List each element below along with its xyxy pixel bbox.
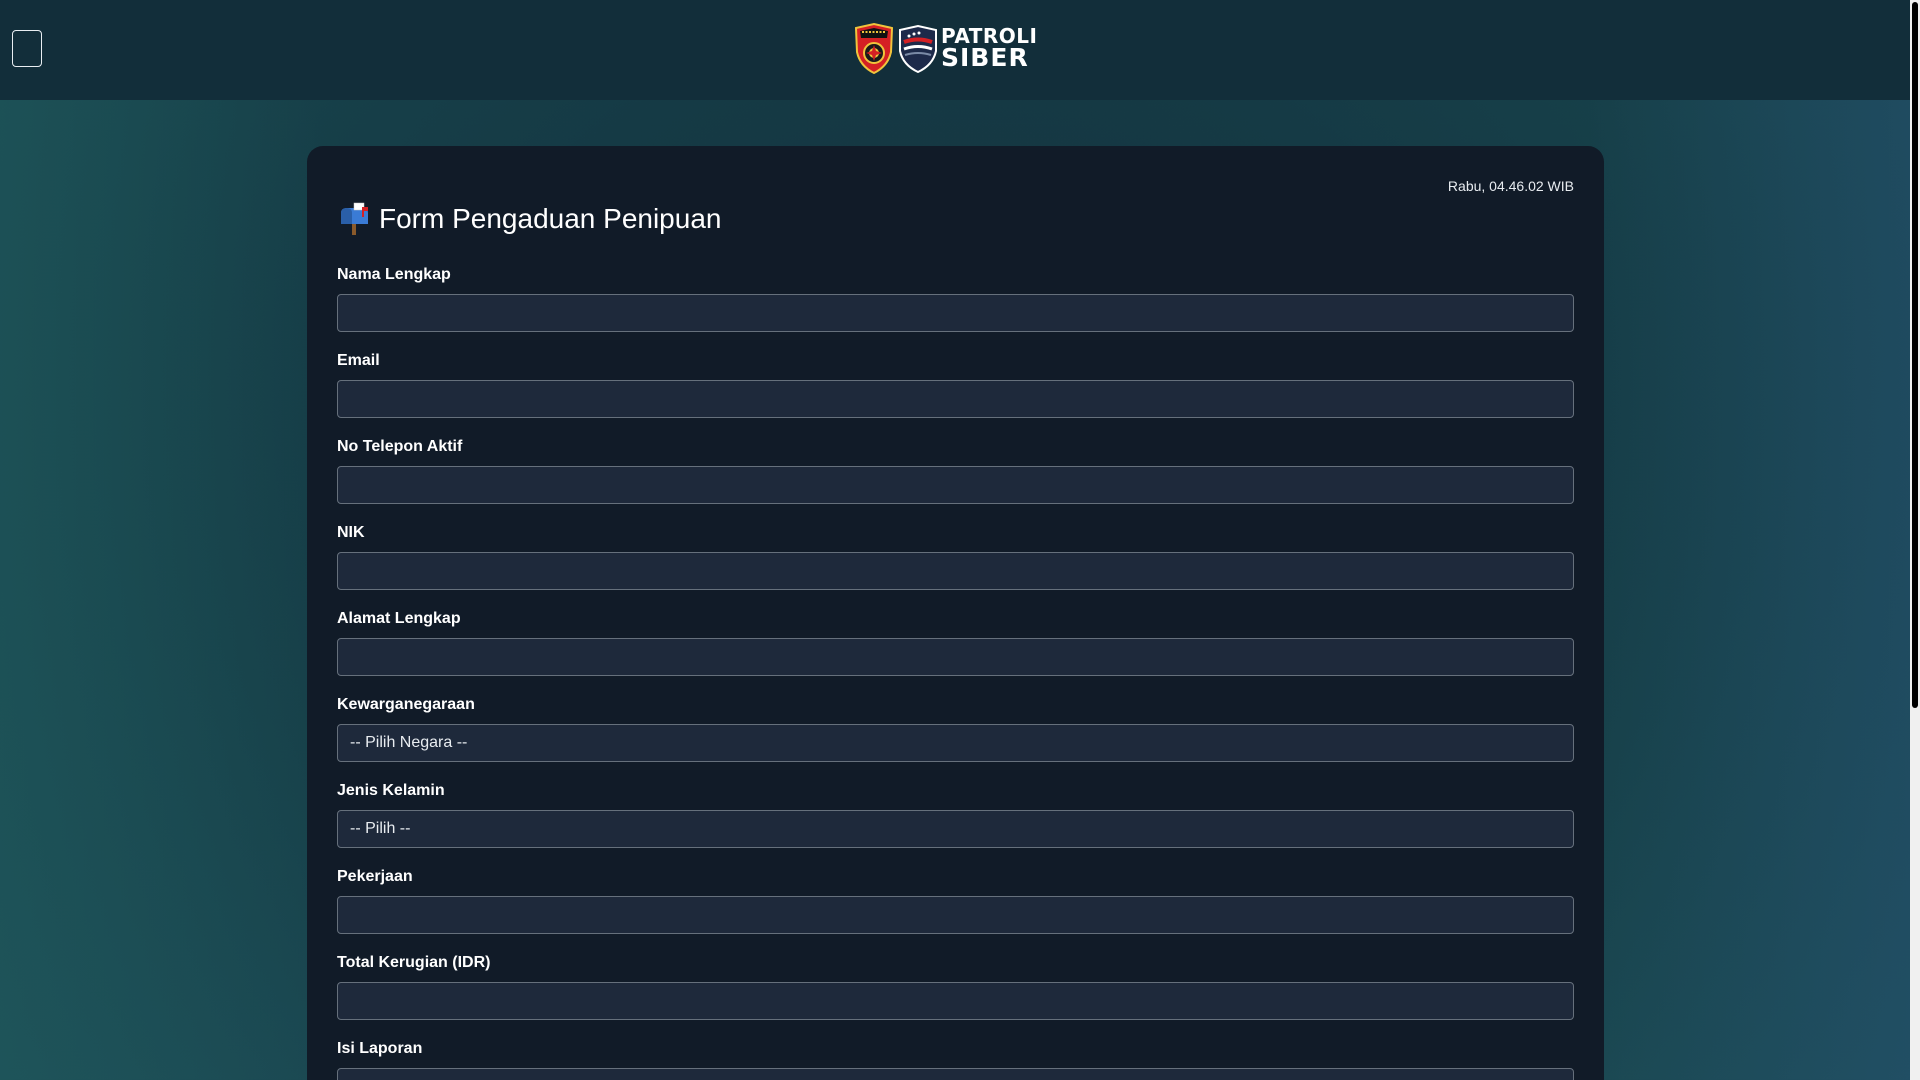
report-content-label: Isi Laporan	[337, 1040, 423, 1057]
top-navbar: PATROLI SIBER	[0, 0, 1910, 100]
full-name-label: Nama Lengkap	[337, 266, 451, 283]
mailbox-icon	[341, 202, 368, 235]
logo-wordmark: PATROLI SIBER	[941, 25, 1037, 72]
citizenship-selected-value: -- Pilih Negara --	[350, 734, 468, 751]
page-scrollbar[interactable]	[1910, 0, 1920, 1080]
citizenship-select[interactable]: -- Pilih Negara --	[337, 724, 1574, 762]
total-loss-label: Total Kerugian (IDR)	[337, 954, 491, 971]
occupation-label: Pekerjaan	[337, 868, 413, 885]
full-name-input[interactable]	[337, 294, 1574, 332]
menu-button[interactable]	[12, 30, 42, 67]
citizenship-label: Kewarganegaraan	[337, 696, 475, 713]
patroli-siber-logo: PATROLI SIBER	[853, 22, 1038, 76]
page-title: Form Pengaduan Penipuan	[337, 202, 721, 236]
email-input[interactable]	[337, 380, 1574, 418]
gender-label: Jenis Kelamin	[337, 782, 445, 799]
scrollbar-thumb[interactable]	[1912, 2, 1918, 708]
nik-input[interactable]	[337, 552, 1574, 590]
logo-line-2: SIBER	[941, 43, 1029, 72]
page-title-text: Form Pengaduan Penipuan	[379, 203, 722, 234]
report-content-textarea[interactable]	[337, 1068, 1574, 1080]
background-glow-right	[1590, 0, 1910, 1080]
datetime-display: Rabu, 04.46.02 WIB	[1447, 178, 1574, 194]
phone-label: No Telepon Aktif	[337, 438, 463, 455]
occupation-input[interactable]	[337, 896, 1574, 934]
nik-label: NIK	[337, 524, 365, 541]
gender-select[interactable]: -- Pilih --	[337, 810, 1574, 848]
address-label: Alamat Lengkap	[337, 610, 461, 627]
phone-input[interactable]	[337, 466, 1574, 504]
email-label: Email	[337, 352, 380, 369]
address-input[interactable]	[337, 638, 1574, 676]
gender-selected-value: -- Pilih --	[350, 820, 411, 837]
police-badge-icon	[854, 22, 894, 74]
total-loss-input[interactable]	[337, 982, 1574, 1020]
background-glow-left	[0, 0, 320, 1080]
complaint-form-card: Rabu, 04.46.02 WIB Form Pengaduan Penipu…	[307, 146, 1604, 1080]
shield-icon	[899, 25, 937, 73]
